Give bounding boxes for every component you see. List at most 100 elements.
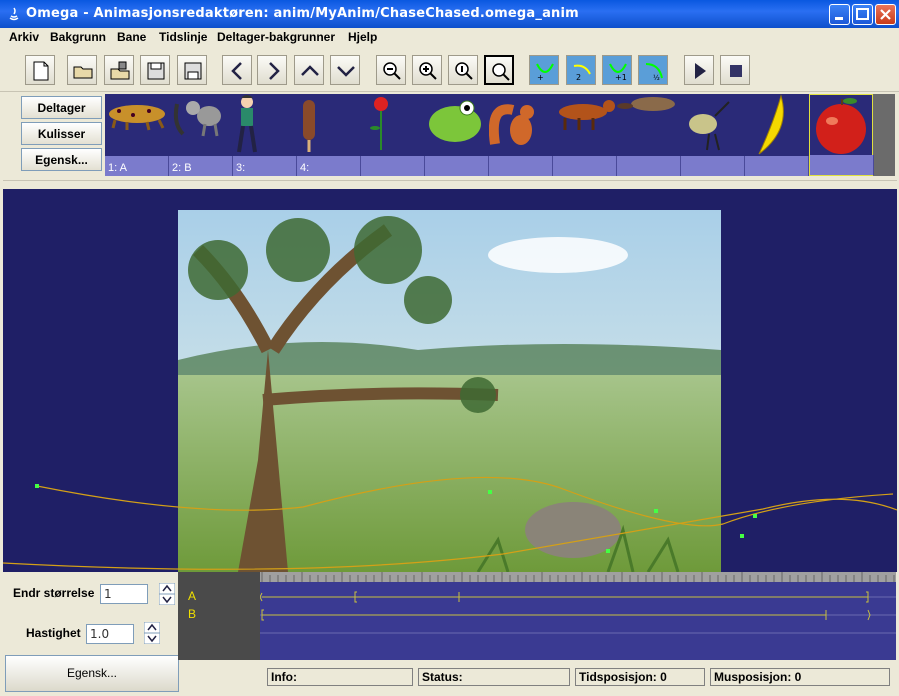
- properties-bottom-button[interactable]: Egensk...: [5, 655, 179, 692]
- path-plus1-button[interactable]: +1: [602, 55, 632, 85]
- save-button[interactable]: [140, 55, 170, 85]
- up-icon: [301, 65, 319, 76]
- toolbar: + 2 +1 ½: [0, 49, 899, 92]
- svg-text:2: 2: [576, 73, 581, 82]
- open-folder-icon: [73, 66, 93, 79]
- frog-icon: [429, 100, 481, 142]
- flower-icon: [370, 97, 388, 150]
- zoom-in-button[interactable]: [412, 55, 442, 85]
- path-point[interactable]: [35, 484, 39, 488]
- path-half-button[interactable]: ½: [638, 55, 668, 85]
- motion-paths[interactable]: [3, 189, 897, 572]
- resize-spinner-icon[interactable]: [159, 583, 175, 605]
- participant-label: 1: A: [108, 162, 127, 174]
- java-app-icon: [9, 7, 19, 21]
- next-button[interactable]: [257, 55, 287, 85]
- path-plus1-icon: +1: [609, 63, 627, 82]
- next-icon: [269, 62, 280, 80]
- participant-slot-12[interactable]: [809, 94, 874, 176]
- menu-hjelp[interactable]: Hjelp: [348, 30, 377, 44]
- speed-field[interactable]: 1.0: [86, 624, 134, 644]
- down-icon: [337, 66, 355, 77]
- open-file-button[interactable]: [104, 55, 134, 85]
- open-file-icon: [110, 61, 130, 80]
- participant-slot-3[interactable]: 3:: [233, 94, 297, 176]
- path-point[interactable]: [606, 549, 610, 553]
- status-bar: Info: Status: Tidsposisjon: 0 Musposisjo…: [262, 662, 896, 692]
- banana-icon: [758, 94, 784, 155]
- path-add-point-icon: +: [536, 63, 554, 82]
- timeline-ruler[interactable]: [259, 572, 896, 660]
- track-names: A B: [178, 572, 260, 660]
- down-button[interactable]: [330, 55, 360, 85]
- up-button[interactable]: [294, 55, 324, 85]
- panel-divider[interactable]: [3, 180, 897, 189]
- path-2-button[interactable]: 2: [566, 55, 596, 85]
- participant-slot-2[interactable]: 2: B: [169, 94, 233, 176]
- participant-label: 3:: [236, 162, 246, 174]
- strip-scrollbar[interactable]: [873, 94, 895, 176]
- close-button[interactable]: [875, 4, 896, 25]
- play-button[interactable]: [684, 55, 714, 85]
- path-point[interactable]: [740, 534, 744, 538]
- participant-slot-7[interactable]: [488, 94, 553, 176]
- menu-tidslinje[interactable]: Tidslinje: [159, 30, 207, 44]
- save-as-icon: [184, 62, 202, 80]
- timeline-tracks[interactable]: [259, 572, 896, 660]
- participant-slot-6[interactable]: [425, 94, 489, 176]
- open-button[interactable]: [67, 55, 97, 85]
- svg-text:+: +: [537, 73, 544, 82]
- new-button[interactable]: [25, 55, 55, 85]
- dog-icon: [559, 100, 615, 130]
- participant-slot-1[interactable]: 1: A: [105, 94, 169, 176]
- menu-bane[interactable]: Bane: [117, 30, 146, 44]
- window-title: Omega - Animasjonsredaktøren: anim/MyAni…: [26, 6, 579, 21]
- boy-icon: [237, 95, 257, 153]
- status-info: Info:: [267, 668, 413, 686]
- menu-bar: Arkiv Bakgrunn Bane Tidslinje Deltager-b…: [0, 28, 899, 48]
- participant-button[interactable]: Deltager: [21, 96, 102, 119]
- squirrel-icon: [488, 104, 534, 145]
- properties-button[interactable]: Egensk...: [21, 148, 102, 171]
- participant-slot-4[interactable]: 4:: [297, 94, 361, 176]
- zoom-out-button[interactable]: [376, 55, 406, 85]
- zoom-fit-button[interactable]: [484, 55, 514, 85]
- beaver-icon: [617, 97, 675, 111]
- svg-text:½: ½: [653, 74, 660, 82]
- zoom-actual-button[interactable]: [448, 55, 478, 85]
- menu-deltager-bakgrunner[interactable]: Deltager-bakgrunner: [217, 30, 335, 44]
- apple-icon: [816, 98, 866, 154]
- participant-slot-11[interactable]: [745, 94, 809, 176]
- participant-slot-8[interactable]: [553, 94, 617, 176]
- status-status: Status:: [418, 668, 570, 686]
- stop-button[interactable]: [720, 55, 750, 85]
- resize-field[interactable]: 1: [100, 584, 148, 604]
- minimize-button[interactable]: [829, 4, 850, 25]
- participant-label: 2: B: [172, 162, 192, 174]
- path-add-point-button[interactable]: +: [529, 55, 559, 85]
- zoom-fit-icon: [492, 63, 510, 81]
- save-icon: [147, 62, 165, 80]
- path-point[interactable]: [654, 509, 658, 513]
- path-track-b[interactable]: [3, 498, 897, 570]
- minimize-icon: [835, 17, 843, 20]
- path-point[interactable]: [488, 490, 492, 494]
- bird-icon: [689, 101, 730, 151]
- play-icon: [695, 63, 706, 79]
- track-label-b: B: [188, 607, 197, 621]
- resize-label: Endr størrelse: [13, 586, 95, 600]
- participant-slot-9[interactable]: [617, 94, 681, 176]
- menu-bakgrunn[interactable]: Bakgrunn: [50, 30, 106, 44]
- maximize-button[interactable]: [852, 4, 873, 25]
- save-as-button[interactable]: [177, 55, 207, 85]
- path-point[interactable]: [753, 514, 757, 518]
- path-track-a[interactable]: [36, 476, 894, 527]
- previous-button[interactable]: [222, 55, 252, 85]
- speed-spinner-icon[interactable]: [144, 622, 160, 644]
- participant-slot-5[interactable]: [361, 94, 425, 176]
- svg-text:+1: +1: [615, 73, 627, 82]
- participant-slot-10[interactable]: [681, 94, 745, 176]
- scenery-button[interactable]: Kulisser: [21, 122, 102, 145]
- timeline: A B: [178, 572, 896, 660]
- menu-arkiv[interactable]: Arkiv: [9, 30, 39, 44]
